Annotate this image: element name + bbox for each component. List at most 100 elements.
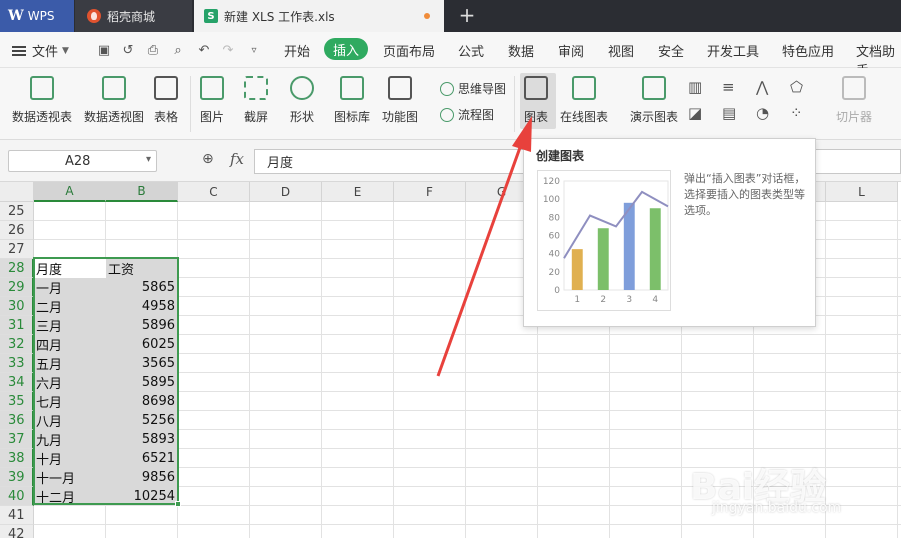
function-chart-label: 功能图 (382, 110, 419, 124)
row-header-26[interactable]: 26 (0, 221, 34, 240)
row-header-36[interactable]: 36 (0, 411, 34, 430)
menu-view[interactable]: 视图 (608, 41, 634, 60)
name-box[interactable]: A28 ▾ (8, 150, 157, 172)
menu-features[interactable]: 特色应用 (782, 41, 834, 60)
tab-document[interactable]: S 新建 XLS 工作表.xls (194, 0, 444, 32)
icon-library-button[interactable]: 图标库 (334, 76, 370, 125)
column-header-l[interactable]: L (826, 182, 898, 202)
bar-chart-type-icon[interactable]: ≡ (722, 78, 735, 96)
picture-icon (200, 76, 224, 100)
shape-label: 形状 (290, 110, 315, 124)
row-header-38[interactable]: 38 (0, 449, 34, 468)
flowchart-button[interactable]: 流程图 (440, 106, 494, 123)
preview-x-tick: 1 (574, 295, 580, 305)
tab-daoke-store[interactable]: 稻壳商城 (75, 0, 192, 32)
mindmap-button[interactable]: 思维导图 (440, 80, 506, 97)
screenshot-button[interactable]: 截屏 (244, 76, 268, 125)
file-menu[interactable]: 文件 ▼ (12, 41, 69, 60)
pie-chart-icon[interactable]: ◔ (756, 104, 769, 122)
row-header-29[interactable]: 29 (0, 278, 34, 297)
table-label: 表格 (154, 110, 179, 124)
pivot-table-icon (30, 76, 54, 100)
mindmap-label: 思维导图 (458, 82, 507, 96)
fill-handle[interactable] (175, 501, 181, 507)
column-header-d[interactable]: D (250, 182, 322, 202)
row-header-33[interactable]: 33 (0, 354, 34, 373)
chart-preview-svg: 120 100 80 60 40 20 0 1 2 3 4 (543, 177, 669, 305)
row-header-32[interactable]: 32 (0, 335, 34, 354)
chart-button[interactable]: 图表 (524, 76, 548, 125)
preview-y-tick: 40 (549, 250, 561, 260)
wps-tab-label: WPS (27, 9, 55, 23)
preview-y-tick: 100 (543, 195, 560, 205)
menu-insert[interactable]: 插入 (324, 38, 368, 60)
slicer-button[interactable]: 切片器 (836, 76, 872, 125)
row-header-27[interactable]: 27 (0, 240, 34, 259)
menu-page-layout[interactable]: 页面布局 (383, 41, 435, 60)
scatter-chart-icon[interactable]: ⁘ (790, 104, 803, 122)
function-chart-button[interactable]: 功能图 (382, 76, 418, 125)
slicer-label: 切片器 (836, 110, 873, 124)
customize-icon[interactable]: ▿ (246, 42, 262, 58)
column-header-c[interactable]: C (178, 182, 250, 202)
preview-y-tick: 0 (554, 286, 560, 296)
column-header-e[interactable]: E (322, 182, 394, 202)
flowchart-label: 流程图 (458, 108, 495, 122)
demo-chart-button[interactable]: 演示图表 (630, 76, 678, 125)
row-header-35[interactable]: 35 (0, 392, 34, 411)
demo-chart-icon (642, 76, 666, 100)
row-header-41[interactable]: 41 (0, 506, 34, 525)
unsaved-dot-icon (424, 13, 430, 19)
row-header-30[interactable]: 30 (0, 297, 34, 316)
menu-formulas[interactable]: 公式 (458, 41, 484, 60)
row-header-25[interactable]: 25 (0, 202, 34, 221)
column-header-f[interactable]: F (394, 182, 466, 202)
stock-chart-icon[interactable]: ▤ (722, 104, 736, 122)
preview-x-tick: 2 (600, 295, 606, 305)
row-header-40[interactable]: 40 (0, 487, 34, 506)
pivot-table-button[interactable]: 数据透视表 (12, 76, 72, 125)
pivot-chart-button[interactable]: 数据透视图 (84, 76, 144, 125)
online-chart-label: 在线图表 (560, 110, 609, 124)
menu-security[interactable]: 安全 (658, 41, 684, 60)
table-button[interactable]: 表格 (154, 76, 178, 125)
chevron-down-icon[interactable]: ▾ (146, 154, 151, 165)
flowchart-icon (440, 107, 454, 122)
spreadsheet-icon: S (204, 9, 218, 23)
undo-icon[interactable]: ↶ (196, 42, 212, 58)
export-icon[interactable]: ↺ (120, 42, 136, 58)
menu-data[interactable]: 数据 (508, 41, 534, 60)
radar-chart-icon[interactable]: ⬠ (790, 78, 803, 96)
tab-document-label: 新建 XLS 工作表.xls (224, 9, 335, 24)
zoom-search-icon[interactable]: ⊕ (202, 151, 214, 167)
wps-home-tab[interactable]: W WPS (0, 0, 74, 32)
row-header-42[interactable]: 42 (0, 525, 34, 538)
column-header-b[interactable]: B (106, 182, 178, 202)
line-chart-icon[interactable]: ⋀ (756, 78, 768, 96)
menu-home[interactable]: 开始 (284, 41, 310, 60)
icon-library-icon (340, 76, 364, 100)
select-all-corner[interactable] (0, 182, 34, 202)
file-menu-label: 文件 (32, 45, 59, 60)
column-chart-icon[interactable]: ▥ (688, 78, 702, 96)
preview-icon[interactable]: ⌕ (170, 42, 186, 58)
picture-button[interactable]: 图片 (200, 76, 224, 125)
new-tab-button[interactable]: + (456, 3, 478, 27)
column-header-a[interactable]: A (34, 182, 106, 202)
menu-review[interactable]: 审阅 (558, 41, 584, 60)
row-header-31[interactable]: 31 (0, 316, 34, 335)
print-icon[interactable]: ⎙ (145, 42, 161, 58)
online-chart-button[interactable]: 在线图表 (560, 76, 608, 125)
row-header-39[interactable]: 39 (0, 468, 34, 487)
row-header-28[interactable]: 28 (0, 259, 34, 278)
fx-icon[interactable]: fx (230, 150, 244, 168)
row-header-34[interactable]: 34 (0, 373, 34, 392)
tab-daoke-label: 稻壳商城 (107, 9, 156, 24)
preview-x-tick: 4 (652, 295, 658, 305)
menu-developer[interactable]: 开发工具 (707, 41, 759, 60)
shape-button[interactable]: 形状 (290, 76, 314, 125)
area-chart-icon[interactable]: ◪ (688, 104, 702, 122)
row-header-37[interactable]: 37 (0, 430, 34, 449)
redo-icon[interactable]: ↷ (220, 42, 236, 58)
save-icon[interactable]: ▣ (96, 42, 112, 58)
